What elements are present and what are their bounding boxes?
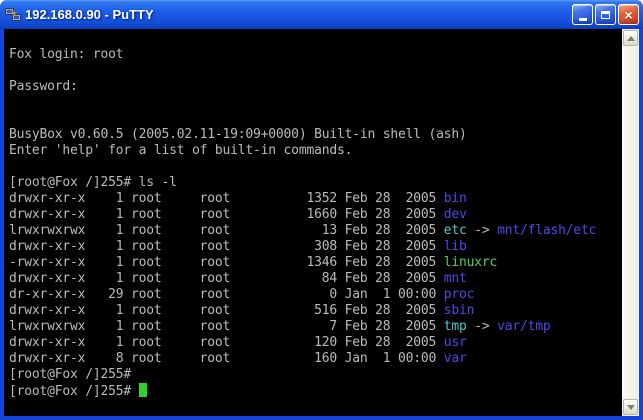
terminal-line	[9, 95, 622, 111]
filename: bin	[444, 191, 467, 206]
scroll-down-icon	[627, 405, 635, 410]
title-bar[interactable]: 192.168.0.90 - PuTTY ×	[0, 0, 643, 29]
close-icon: ×	[624, 8, 632, 22]
terminal-line: Enter 'help' for a list of built-in comm…	[9, 143, 622, 159]
terminal-client-area: Fox login: root Password: BusyBox v0.60.5 …	[4, 29, 639, 416]
terminal-text: Password:	[9, 79, 78, 94]
terminal-line	[9, 159, 622, 175]
putty-app-icon-svg	[5, 7, 21, 23]
terminal-line: lrwxrwxrwx 1 root root 13 Feb 28 2005 et…	[9, 223, 622, 239]
filename: var	[444, 351, 467, 366]
close-button[interactable]: ×	[618, 4, 639, 25]
scroll-down-button[interactable]	[623, 399, 638, 415]
terminal-line: drwxr-xr-x 1 root root 1660 Feb 28 2005 …	[9, 207, 622, 223]
shell-prompt: [root@Fox /]255#	[9, 384, 139, 399]
filename: lib	[444, 239, 467, 254]
terminal-line: [root@Fox /]255# ls -l	[9, 175, 622, 191]
terminal-text: drwxr-xr-x 1 root root 516 Feb 28 2005	[9, 303, 444, 318]
window-title: 192.168.0.90 - PuTTY	[25, 7, 572, 22]
terminal-text: drwxr-xr-x 8 root root 160 Jan 1 00:00	[9, 351, 444, 366]
terminal-text: drwxr-xr-x 1 root root 308 Feb 28 2005	[9, 239, 444, 254]
terminal-line: -rwxr-xr-x 1 root root 1346 Feb 28 2005 …	[9, 255, 622, 271]
terminal-line: drwxr-xr-x 1 root root 308 Feb 28 2005 l…	[9, 239, 622, 255]
minimize-icon	[579, 18, 587, 21]
terminal-line	[9, 63, 622, 79]
terminal-line: Fox login: root	[9, 47, 622, 63]
terminal-line: Password:	[9, 79, 622, 95]
terminal-text: Enter 'help' for a list of built-in comm…	[9, 143, 352, 158]
filename: mnt	[444, 271, 467, 286]
filename: sbin	[444, 303, 475, 318]
scrollbar-track[interactable]	[622, 47, 639, 398]
filename: etc	[444, 223, 467, 238]
terminal-text: drwxr-xr-x 1 root root 1660 Feb 28 2005	[9, 207, 444, 222]
terminal-text: lrwxrwxrwx 1 root root 7 Feb 28 2005	[9, 319, 444, 334]
terminal-text: [root@Fox /]255# ls -l	[9, 175, 177, 190]
symlink-arrow: ->	[467, 223, 498, 238]
filename: proc	[444, 287, 475, 302]
maximize-icon	[601, 11, 610, 19]
minimize-button[interactable]	[572, 4, 593, 25]
terminal-text: Fox login: root	[9, 47, 123, 62]
symlink-target: var/tmp	[497, 319, 550, 334]
terminal-line: drwxr-xr-x 1 root root 1352 Feb 28 2005 …	[9, 191, 622, 207]
filename: linuxrc	[444, 255, 497, 270]
filename: dev	[444, 207, 467, 222]
putty-app-icon[interactable]	[5, 7, 21, 23]
terminal-text: drwxr-xr-x 1 root root 1352 Feb 28 2005	[9, 191, 444, 206]
terminal-cursor	[139, 383, 147, 397]
terminal-line: drwxr-xr-x 1 root root 516 Feb 28 2005 s…	[9, 303, 622, 319]
terminal-text: BusyBox v0.60.5 (2005.02.11-19:09+0000) …	[9, 127, 467, 142]
terminal-line: BusyBox v0.60.5 (2005.02.11-19:09+0000) …	[9, 127, 622, 143]
terminal-line: drwxr-xr-x 8 root root 160 Jan 1 00:00 v…	[9, 351, 622, 367]
terminal-line: [root@Fox /]255#	[9, 367, 622, 383]
symlink-arrow: ->	[467, 319, 498, 334]
window-controls: ×	[572, 4, 639, 25]
terminal-text: drwxr-xr-x 1 root root 84 Feb 28 2005	[9, 271, 444, 286]
terminal-line	[9, 111, 622, 127]
scroll-up-icon	[627, 36, 635, 41]
filename: tmp	[444, 319, 467, 334]
symlink-target: mnt/flash/etc	[497, 223, 596, 238]
terminal-text: drwxr-xr-x 1 root root 120 Feb 28 2005	[9, 335, 444, 350]
terminal-screen[interactable]: Fox login: root Password: BusyBox v0.60.5 …	[4, 29, 622, 416]
scroll-up-button[interactable]	[623, 30, 638, 46]
terminal-text: [root@Fox /]255#	[9, 367, 131, 382]
terminal-text: dr-xr-xr-x 29 root root 0 Jan 1 00:00	[9, 287, 444, 302]
terminal-line	[9, 31, 622, 47]
maximize-button[interactable]	[595, 4, 616, 25]
terminal-output: Fox login: root Password: BusyBox v0.60.5 …	[9, 31, 622, 399]
terminal-line: [root@Fox /]255#	[9, 383, 622, 399]
putty-window: 192.168.0.90 - PuTTY × Fox login: root Pa…	[0, 0, 643, 420]
terminal-line: drwxr-xr-x 1 root root 84 Feb 28 2005 mn…	[9, 271, 622, 287]
filename: usr	[444, 335, 467, 350]
terminal-line: drwxr-xr-x 1 root root 120 Feb 28 2005 u…	[9, 335, 622, 351]
terminal-text: -rwxr-xr-x 1 root root 1346 Feb 28 2005	[9, 255, 444, 270]
terminal-line: dr-xr-xr-x 29 root root 0 Jan 1 00:00 pr…	[9, 287, 622, 303]
terminal-text: lrwxrwxrwx 1 root root 13 Feb 28 2005	[9, 223, 444, 238]
scrollbar[interactable]	[622, 29, 639, 416]
terminal-line: lrwxrwxrwx 1 root root 7 Feb 28 2005 tmp…	[9, 319, 622, 335]
